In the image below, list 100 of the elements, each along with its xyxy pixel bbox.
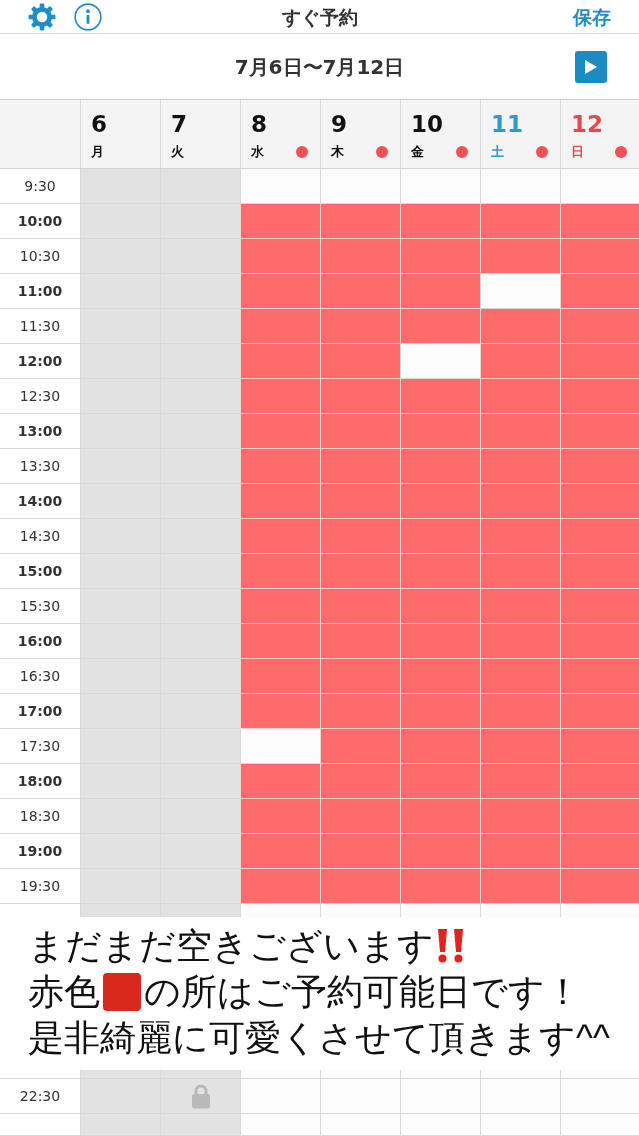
time-slot[interactable] [480, 764, 560, 799]
time-slot[interactable] [560, 624, 639, 659]
time-slot[interactable] [240, 834, 320, 869]
time-slot[interactable] [240, 869, 320, 904]
time-slot[interactable] [480, 589, 560, 624]
time-slot[interactable] [240, 519, 320, 554]
time-slot[interactable] [320, 834, 400, 869]
time-slot[interactable] [560, 659, 639, 694]
time-slot[interactable] [560, 589, 639, 624]
time-slot[interactable] [400, 729, 480, 764]
next-week-button[interactable] [575, 50, 607, 83]
time-slot[interactable] [560, 274, 639, 309]
time-slot[interactable] [320, 589, 400, 624]
time-slot[interactable] [320, 414, 400, 449]
time-slot[interactable] [400, 379, 480, 414]
time-slot[interactable] [400, 869, 480, 904]
time-slot[interactable] [560, 1079, 639, 1114]
time-slot[interactable] [400, 694, 480, 729]
time-slot[interactable] [400, 274, 480, 309]
time-slot[interactable] [240, 799, 320, 834]
time-slot[interactable] [320, 764, 400, 799]
time-slot[interactable] [560, 204, 639, 239]
time-slot[interactable] [480, 449, 560, 484]
time-slot[interactable] [400, 519, 480, 554]
time-slot[interactable] [320, 799, 400, 834]
time-slot[interactable] [240, 169, 320, 204]
time-slot[interactable] [400, 799, 480, 834]
time-slot[interactable] [560, 554, 639, 589]
time-slot[interactable] [240, 204, 320, 239]
time-slot[interactable] [240, 624, 320, 659]
time-slot[interactable] [560, 764, 639, 799]
time-slot[interactable] [480, 274, 560, 309]
time-slot[interactable] [400, 659, 480, 694]
time-slot[interactable] [560, 869, 639, 904]
time-slot[interactable] [240, 449, 320, 484]
time-slot[interactable] [480, 799, 560, 834]
info-icon[interactable] [74, 2, 102, 31]
time-slot[interactable] [560, 379, 639, 414]
settings-icon[interactable] [28, 2, 56, 31]
time-slot[interactable] [320, 869, 400, 904]
time-slot[interactable] [560, 309, 639, 344]
time-slot[interactable] [240, 554, 320, 589]
time-slot[interactable] [480, 344, 560, 379]
time-slot[interactable] [560, 239, 639, 274]
time-slot[interactable] [320, 554, 400, 589]
time-slot[interactable] [480, 869, 560, 904]
time-slot[interactable] [400, 414, 480, 449]
time-slot[interactable] [560, 694, 639, 729]
time-slot[interactable] [560, 799, 639, 834]
time-slot[interactable] [480, 1079, 560, 1114]
time-slot[interactable] [480, 379, 560, 414]
time-slot[interactable] [320, 729, 400, 764]
time-slot[interactable] [560, 344, 639, 379]
time-slot[interactable] [320, 239, 400, 274]
time-slot[interactable] [560, 729, 639, 764]
time-slot[interactable] [480, 204, 560, 239]
time-slot[interactable] [480, 659, 560, 694]
time-slot[interactable] [240, 309, 320, 344]
time-slot[interactable] [320, 484, 400, 519]
time-slot[interactable] [560, 449, 639, 484]
time-slot[interactable] [480, 309, 560, 344]
time-slot[interactable] [320, 204, 400, 239]
time-slot[interactable] [480, 414, 560, 449]
time-slot[interactable] [240, 1079, 320, 1114]
time-slot[interactable] [240, 379, 320, 414]
time-slot[interactable] [320, 449, 400, 484]
time-slot[interactable] [240, 239, 320, 274]
time-slot[interactable] [240, 274, 320, 309]
time-slot[interactable] [240, 589, 320, 624]
time-slot[interactable] [400, 309, 480, 344]
time-slot[interactable] [480, 694, 560, 729]
time-slot[interactable] [400, 449, 480, 484]
time-slot[interactable] [480, 624, 560, 659]
time-slot[interactable] [400, 834, 480, 869]
time-slot[interactable] [400, 1079, 480, 1114]
time-slot[interactable] [560, 414, 639, 449]
time-slot[interactable] [480, 484, 560, 519]
time-slot[interactable] [560, 169, 639, 204]
time-slot[interactable] [240, 729, 320, 764]
time-slot[interactable] [480, 554, 560, 589]
time-slot[interactable] [400, 554, 480, 589]
time-slot[interactable] [400, 764, 480, 799]
time-slot[interactable] [320, 379, 400, 414]
time-slot[interactable] [400, 484, 480, 519]
time-slot[interactable] [560, 519, 639, 554]
time-slot[interactable] [400, 204, 480, 239]
time-slot[interactable] [320, 309, 400, 344]
time-slot[interactable] [400, 589, 480, 624]
time-slot[interactable] [400, 239, 480, 274]
time-slot[interactable] [240, 659, 320, 694]
time-slot[interactable] [560, 484, 639, 519]
time-slot[interactable] [320, 519, 400, 554]
time-slot[interactable] [480, 729, 560, 764]
time-slot[interactable] [480, 519, 560, 554]
time-slot[interactable] [560, 834, 639, 869]
time-slot[interactable] [320, 624, 400, 659]
time-slot[interactable] [240, 484, 320, 519]
time-slot[interactable] [400, 169, 480, 204]
time-slot[interactable] [480, 169, 560, 204]
time-slot[interactable] [480, 834, 560, 869]
